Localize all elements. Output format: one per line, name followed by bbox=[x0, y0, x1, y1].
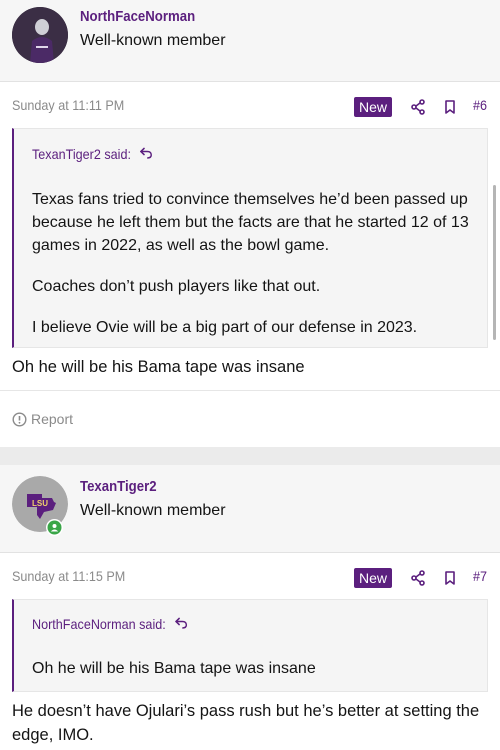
scrollbar[interactable] bbox=[493, 185, 496, 340]
post-2-username[interactable]: TexanTiger2 bbox=[80, 478, 157, 495]
share-icon[interactable] bbox=[410, 570, 426, 586]
post-2-user-header: LSU TexanTiger2 Well-known member bbox=[0, 465, 500, 553]
reply-arrow-icon[interactable] bbox=[139, 147, 153, 159]
post-2-quote-author-label: NorthFaceNorman said: bbox=[32, 616, 166, 632]
avatar-photo-icon bbox=[12, 7, 68, 63]
post-1-meta: Sunday at 11:11 PM New #6 bbox=[0, 86, 500, 126]
post-1-date[interactable]: Sunday at 11:11 PM bbox=[12, 97, 124, 113]
post-1-quote-author[interactable]: TexanTiger2 said: bbox=[32, 146, 152, 162]
report-button[interactable]: Report bbox=[12, 411, 73, 427]
post-2-quote-paragraph: Oh he will be his Bama tape was insane bbox=[32, 660, 316, 677]
post-2-body: He doesn’t have Ojulari’s pass rush but … bbox=[12, 702, 480, 744]
post-2-quote-author[interactable]: NorthFaceNorman said: bbox=[32, 616, 187, 632]
bookmark-icon[interactable] bbox=[442, 99, 458, 115]
report-icon bbox=[12, 411, 27, 427]
post-1-avatar[interactable] bbox=[12, 7, 68, 63]
post-separator bbox=[0, 447, 500, 465]
post-1-quote: TexanTiger2 said: Texas fans tried to co… bbox=[12, 128, 488, 348]
post-1-user-header: NorthFaceNorman Well-known member bbox=[0, 0, 500, 82]
post-1-quote-paragraph: I believe Ovie will be a big part of our… bbox=[32, 319, 418, 336]
divider bbox=[0, 390, 500, 391]
post-1-user-title: Well-known member bbox=[80, 32, 226, 49]
post-2-date[interactable]: Sunday at 11:15 PM bbox=[12, 568, 125, 584]
online-indicator-icon bbox=[46, 519, 63, 536]
post-2-new-badge: New bbox=[354, 568, 392, 588]
post-1-body: Oh he will be his Bama tape was insane bbox=[12, 358, 305, 376]
post-1-quote-paragraph: Texas fans tried to convince themselves … bbox=[32, 191, 469, 254]
post-1-quote-body: Texas fans tried to convince themselves … bbox=[32, 188, 472, 357]
post-2-quote-body: Oh he will be his Bama tape was insane bbox=[32, 657, 472, 698]
post-2-meta: Sunday at 11:15 PM New #7 bbox=[0, 557, 500, 597]
post-2-user-title: Well-known member bbox=[80, 502, 226, 519]
post-1-number[interactable]: #6 bbox=[473, 97, 487, 113]
post-2-quote: NorthFaceNorman said: Oh he will be his … bbox=[12, 599, 488, 692]
post-1-username[interactable]: NorthFaceNorman bbox=[80, 8, 195, 25]
post-1-quote-paragraph: Coaches don’t push players like that out… bbox=[32, 278, 321, 295]
post-2-number[interactable]: #7 bbox=[473, 568, 487, 584]
post-1-new-badge: New bbox=[354, 97, 392, 117]
post-1-quote-author-label: TexanTiger2 said: bbox=[32, 146, 131, 162]
svg-text:LSU: LSU bbox=[32, 499, 48, 508]
bookmark-icon[interactable] bbox=[442, 570, 458, 586]
share-icon[interactable] bbox=[410, 99, 426, 115]
reply-arrow-icon[interactable] bbox=[174, 617, 188, 629]
report-label: Report bbox=[31, 411, 74, 427]
